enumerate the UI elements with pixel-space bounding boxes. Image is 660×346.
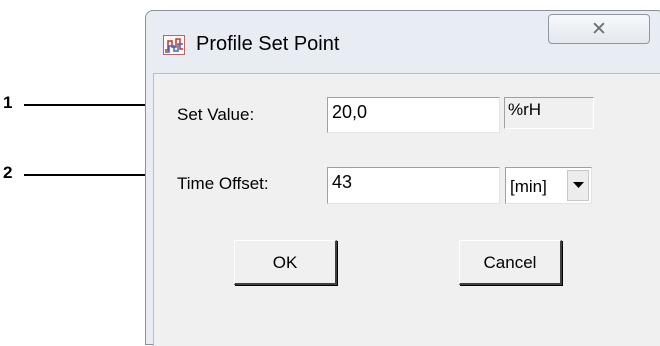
time-unit-selected: [min] bbox=[510, 177, 547, 196]
chevron-down-icon bbox=[573, 182, 584, 188]
callout-2-line bbox=[24, 174, 165, 176]
cancel-button[interactable]: Cancel bbox=[459, 240, 562, 285]
set-value-label: Set Value: bbox=[177, 105, 255, 124]
close-icon: ✕ bbox=[591, 18, 607, 40]
ok-button-label: OK bbox=[272, 253, 298, 272]
time-offset-input[interactable]: 43 bbox=[327, 167, 500, 204]
time-offset-label: Time Offset: bbox=[177, 174, 269, 193]
callout-2-number: 2 bbox=[3, 163, 13, 182]
ok-button[interactable]: OK bbox=[234, 240, 337, 285]
dialog-title: Profile Set Point bbox=[196, 33, 340, 55]
dialog-client-area: Set Value: 20,0 %rH Time Offset: 43 [min… bbox=[153, 73, 660, 346]
profile-chart-icon bbox=[163, 35, 185, 55]
cancel-button-label: Cancel bbox=[483, 253, 537, 272]
profile-set-point-dialog: Profile Set Point ✕ Set Value: 20,0 %rH … bbox=[145, 10, 660, 346]
time-unit-select[interactable]: [min] bbox=[505, 167, 592, 204]
title-bar: Profile Set Point ✕ bbox=[146, 11, 660, 73]
set-value-input[interactable]: 20,0 bbox=[327, 97, 500, 133]
time-unit-dropdown-button[interactable] bbox=[567, 170, 589, 201]
set-value-unit: %rH bbox=[504, 97, 594, 129]
callout-1-number: 1 bbox=[3, 93, 13, 112]
close-button[interactable]: ✕ bbox=[548, 14, 650, 44]
